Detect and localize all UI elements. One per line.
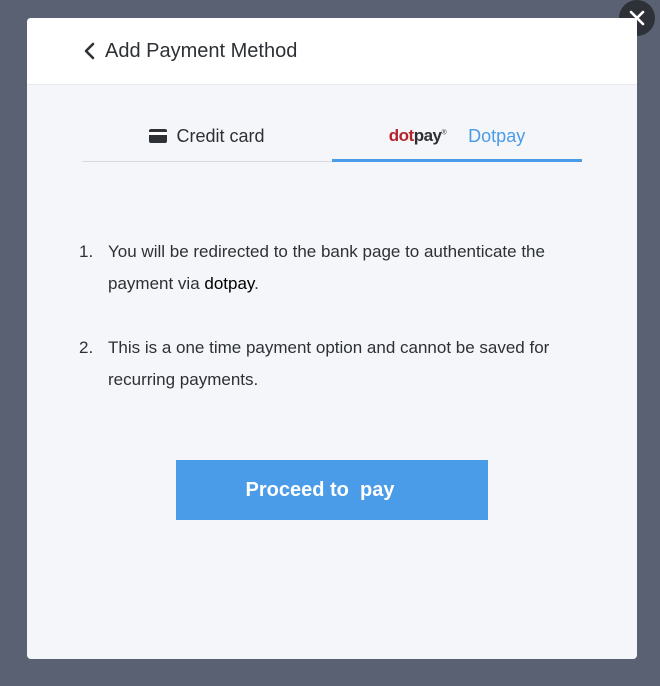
dotpay-logo-dot: dot — [388, 126, 414, 145]
tab-credit-card[interactable]: Credit card — [82, 115, 332, 161]
dotpay-logo-mark: ® — [441, 129, 447, 137]
dotpay-logo: dotpay® — [388, 126, 447, 146]
payment-tabs: Credit card dotpay® Dotpay — [82, 115, 582, 162]
chevron-left-icon — [84, 42, 95, 60]
step-text-body: This is a one time payment option and ca… — [108, 338, 550, 389]
step-text: This is a one time payment option and ca… — [108, 332, 589, 396]
step-text: You will be redirected to the bank page … — [108, 236, 589, 300]
modal-title: Add Payment Method — [105, 39, 298, 62]
credit-card-icon — [149, 129, 168, 143]
step-suffix: . — [254, 274, 259, 293]
list-item: 2. This is a one time payment option and… — [79, 332, 589, 396]
step-number: 1. — [79, 242, 94, 261]
step-text-body: You will be redirected to the bank page … — [108, 242, 545, 293]
back-button[interactable]: Add Payment Method — [83, 40, 297, 63]
instruction-list: 1. You will be redirected to the bank pa… — [79, 236, 589, 428]
tab-dotpay-label: Dotpay — [468, 125, 526, 146]
list-item: 1. You will be redirected to the bank pa… — [79, 236, 589, 300]
payment-modal: Add Payment Method Credit card dotpay® D… — [27, 18, 637, 659]
dotpay-logo-pay: pay — [413, 126, 442, 145]
step-brand: dotpay — [204, 274, 255, 293]
proceed-to-pay-button[interactable]: Proceed to pay — [176, 460, 488, 520]
tab-credit-card-label: Credit card — [176, 125, 265, 146]
step-number: 2. — [79, 338, 94, 357]
tab-dotpay[interactable]: dotpay® Dotpay — [332, 115, 582, 162]
modal-header: Add Payment Method — [27, 18, 637, 85]
